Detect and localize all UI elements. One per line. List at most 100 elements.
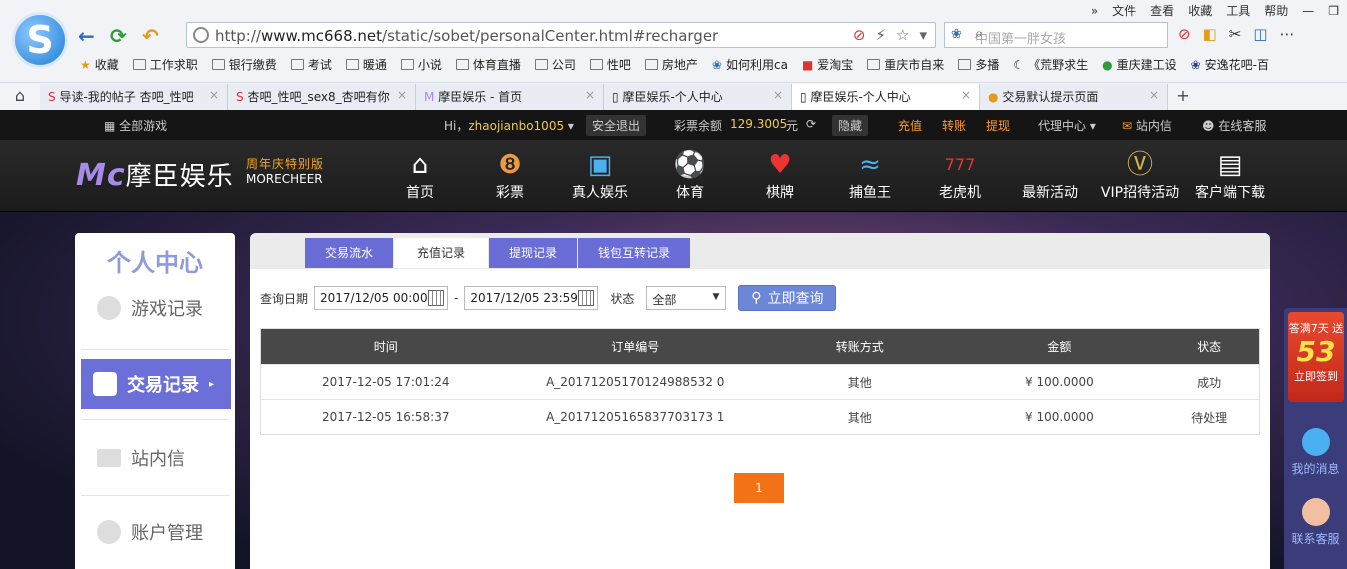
- screenshot-icon[interactable]: ◫: [1253, 25, 1267, 43]
- logout-button[interactable]: 安全退出: [586, 115, 647, 136]
- browser-tab[interactable]: ● 交易默认提示页面 ×: [980, 84, 1168, 110]
- nav-cards[interactable]: ♥ 棋牌: [735, 150, 825, 202]
- menu-view[interactable]: 查看: [1150, 2, 1174, 19]
- browser-tab[interactable]: ▯ 摩臣娱乐-个人中心 ×: [604, 84, 792, 110]
- bookmark-item[interactable]: 多播: [958, 56, 999, 73]
- bookmark-item[interactable]: 工作求职: [132, 56, 198, 73]
- nav-promotions[interactable]: 最新活动: [1005, 150, 1095, 202]
- close-icon[interactable]: ×: [209, 88, 219, 102]
- bookmark-item[interactable]: 银行缴费: [211, 56, 277, 73]
- pagination-page[interactable]: 1: [734, 473, 784, 503]
- sidebar-item-account[interactable]: 账户管理: [75, 519, 235, 545]
- refresh-balance-icon[interactable]: ⟳: [806, 117, 816, 131]
- nav-lottery[interactable]: ❽ 彩票: [465, 150, 555, 202]
- bookmark-item[interactable]: ☾ 《荒野求生: [1013, 56, 1088, 73]
- tab-withdraw-records[interactable]: 提现记录: [489, 238, 578, 268]
- address-url[interactable]: http://www.mc668.net/static/sobet/person…: [215, 27, 718, 45]
- bookmark-item[interactable]: 考试: [290, 56, 332, 73]
- sign-in-banner[interactable]: 答满7天 送 53 立即签到: [1288, 312, 1344, 402]
- close-icon[interactable]: ×: [773, 88, 783, 102]
- star-icon: ★: [80, 57, 91, 72]
- home-icon[interactable]: ⌂: [0, 84, 40, 110]
- hide-balance-button[interactable]: 隐藏: [832, 115, 869, 136]
- contact-service-button[interactable]: 联系客服: [1284, 498, 1347, 547]
- restore-icon[interactable]: ❐: [1328, 4, 1339, 18]
- bookmark-item[interactable]: 重庆市自来: [867, 56, 944, 73]
- start-date-input[interactable]: 2017/12/05 00:00: [314, 286, 449, 310]
- browser-tab[interactable]: M 摩臣娱乐 - 首页 ×: [416, 84, 604, 110]
- recharge-link[interactable]: 充值: [898, 117, 922, 134]
- browser-tab[interactable]: S 杏吧_性吧_sex8_杏吧有你 ×: [228, 84, 416, 110]
- undo-icon[interactable]: ↶: [142, 24, 159, 48]
- nav-vip[interactable]: Ⓥ VIP招待活动: [1095, 150, 1185, 202]
- bookmark-item[interactable]: ● 重庆建工设: [1102, 56, 1177, 73]
- menu-tools[interactable]: 工具: [1226, 2, 1250, 19]
- address-bar[interactable]: http://www.mc668.net/static/sobet/person…: [186, 22, 936, 48]
- all-games-link[interactable]: ▦ 全部游戏: [104, 117, 167, 134]
- close-icon[interactable]: ×: [961, 88, 971, 102]
- nav-live-casino[interactable]: ▣ 真人娱乐: [555, 150, 645, 202]
- tab-wallet-transfer[interactable]: 钱包互转记录: [578, 238, 691, 268]
- adblock-icon[interactable]: ⊘: [1178, 25, 1191, 43]
- more-icon[interactable]: ⋯: [1280, 25, 1295, 43]
- sidebar-item-transactions[interactable]: 交易记录 ▸: [81, 359, 231, 409]
- bookmark-item[interactable]: 体育直播: [455, 56, 521, 73]
- end-date-input[interactable]: 2017/12/05 23:59: [464, 286, 599, 310]
- bookmark-item[interactable]: 公司: [534, 56, 576, 73]
- bookmark-item[interactable]: 房地产: [644, 56, 698, 73]
- username[interactable]: zhaojianbo1005: [468, 119, 564, 133]
- browser-logo-icon[interactable]: S: [12, 12, 68, 68]
- menu-favorites[interactable]: 收藏: [1188, 2, 1212, 19]
- nav-home[interactable]: ⌂ 首页: [375, 150, 465, 202]
- query-button[interactable]: ⚲ 立即查询: [738, 285, 837, 311]
- new-tab-icon[interactable]: +: [1168, 84, 1198, 110]
- browser-search[interactable]: ❀ 中国第一胖女孩 ⌕: [944, 22, 1168, 48]
- transfer-link[interactable]: 转账: [942, 117, 966, 134]
- search-icon[interactable]: ⌕: [975, 26, 1161, 42]
- money-bag-icon: [93, 372, 117, 396]
- block-icon[interactable]: ⊘: [853, 26, 866, 44]
- sign-in-button[interactable]: 立即签到: [1288, 368, 1344, 384]
- ext-icon[interactable]: ◧: [1203, 25, 1217, 43]
- bookmark-item[interactable]: 小说: [400, 56, 442, 73]
- refresh-icon[interactable]: ⟳: [110, 24, 127, 48]
- tab-transaction-flow[interactable]: 交易流水: [305, 238, 394, 268]
- bookmark-item[interactable]: ★ 收藏: [80, 56, 119, 73]
- withdraw-link[interactable]: 提现: [986, 117, 1010, 134]
- my-messages-button[interactable]: 我的消息: [1284, 428, 1347, 477]
- nav-download[interactable]: ▤ 客户端下载: [1185, 150, 1275, 202]
- chevron-down-icon[interactable]: ▾: [568, 119, 574, 133]
- dropdown-icon[interactable]: ▾: [919, 26, 927, 44]
- nav-fishing[interactable]: ≈ 捕鱼王: [825, 150, 915, 202]
- bookmark-item[interactable]: 性吧: [589, 56, 631, 73]
- menu-file[interactable]: 文件: [1112, 2, 1136, 19]
- minimize-icon[interactable]: —: [1302, 4, 1314, 18]
- bookmark-item[interactable]: ❀ 安逸花吧-百: [1191, 56, 1269, 73]
- star-icon[interactable]: ☆: [896, 26, 909, 44]
- sidebar-item-inbox[interactable]: 站内信: [75, 445, 235, 471]
- bookmark-item[interactable]: 暖通: [345, 56, 387, 73]
- close-icon[interactable]: ×: [1149, 88, 1159, 102]
- scissors-icon[interactable]: ✂: [1229, 25, 1242, 43]
- column-header: 金额: [1047, 340, 1072, 354]
- calendar-icon[interactable]: [428, 290, 445, 306]
- close-icon[interactable]: ×: [397, 88, 407, 102]
- menu-help[interactable]: 帮助: [1264, 2, 1288, 19]
- nav-sports[interactable]: ⚽ 体育: [645, 150, 735, 202]
- close-icon[interactable]: ×: [585, 88, 595, 102]
- status-select[interactable]: 全部 ▼: [646, 286, 727, 310]
- online-service-link[interactable]: ☻ 在线客服: [1202, 117, 1266, 134]
- bookmark-item[interactable]: ■ 爱淘宝: [802, 56, 853, 73]
- lightning-icon[interactable]: ⚡: [875, 26, 886, 44]
- tab-recharge-records[interactable]: 充值记录: [394, 238, 489, 268]
- bookmark-item[interactable]: ❀ 如何利用ca: [712, 56, 788, 73]
- nav-slots[interactable]: 777 老虎机: [915, 150, 1005, 202]
- agent-center-link[interactable]: 代理中心 ▾: [1038, 117, 1096, 134]
- back-icon[interactable]: ←: [78, 24, 95, 48]
- sidebar-item-game-records[interactable]: 游戏记录: [75, 295, 235, 321]
- browser-tab-active[interactable]: ▯ 摩臣娱乐-个人中心 ×: [792, 84, 980, 110]
- brand-logo[interactable]: Mc摩臣娱乐 周年庆特别版 MORECHEER: [76, 156, 323, 193]
- browser-tab[interactable]: S 导读-我的帖子 杏吧_性吧 ×: [40, 84, 228, 110]
- inbox-link[interactable]: ✉ 站内信: [1122, 117, 1172, 134]
- calendar-icon[interactable]: [578, 290, 595, 306]
